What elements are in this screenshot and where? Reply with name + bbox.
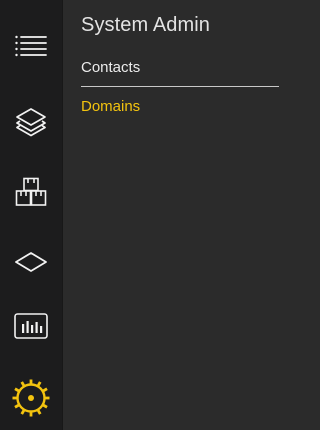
nav-item-domains[interactable]: Domains [81,98,140,115]
statistics-button[interactable] [0,296,62,356]
menu-lines-icon [14,33,48,59]
admin-panel: System Admin Contacts Domains [63,0,295,430]
bar-chart-icon [13,312,49,340]
stacked-boxes-icon [15,177,47,207]
icon-rail [0,0,63,430]
gear-icon [11,378,51,418]
menu-button[interactable] [0,16,62,76]
packages-button[interactable] [0,162,62,222]
diamond-button[interactable] [0,232,62,292]
diamond-icon [13,250,49,274]
layers-button[interactable] [0,92,62,152]
settings-button[interactable] [0,368,62,428]
nav-item-contacts[interactable]: Contacts [81,59,140,76]
divider [81,86,279,87]
panel-title: System Admin [81,14,211,36]
app-shell: System Admin Contacts Domains [0,0,295,430]
layers-icon [14,107,48,137]
